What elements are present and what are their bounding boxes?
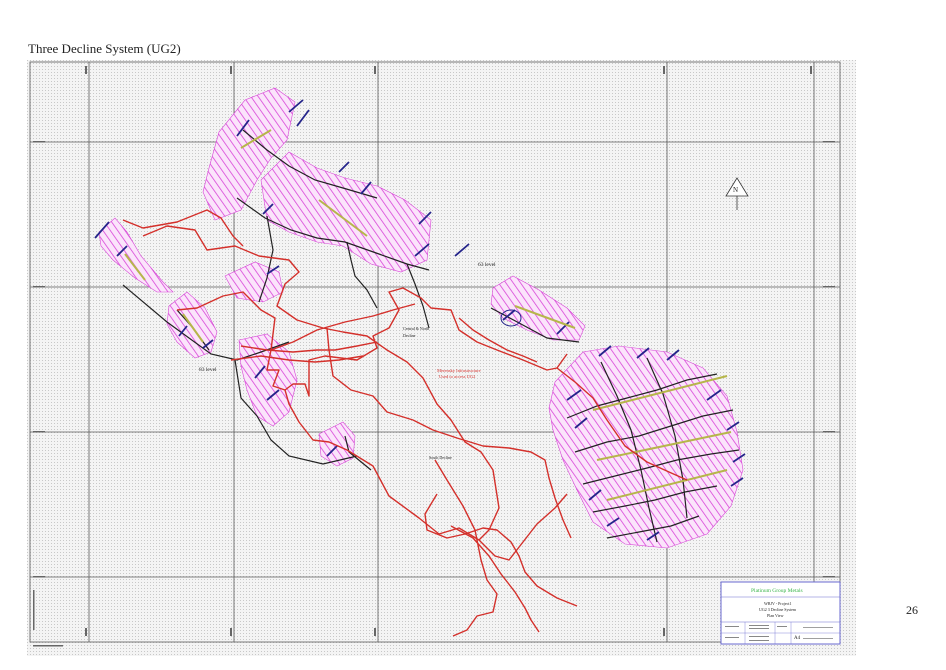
map-background xyxy=(27,60,856,656)
label-central-north-decline-1: Central & North xyxy=(403,326,429,331)
title-block-line3: Plan View xyxy=(767,613,784,618)
slide-title: Three Decline System (UG2) xyxy=(28,41,181,56)
drawing-title-block: Platinum Group Metals WBJV - Project1 UG… xyxy=(720,581,841,645)
label-63-level: 63 level xyxy=(478,262,496,268)
title-block-line2: UG2 3 Decline System xyxy=(759,607,797,612)
label-south-decline: South Decline xyxy=(429,455,452,460)
title-block-line1: WBJV - Project1 xyxy=(764,601,791,606)
page-number: 26 xyxy=(906,603,918,617)
mine-plan-map: 63 level 83 level Central & North Declin… xyxy=(27,60,856,656)
title-block-company: Platinum Group Metals xyxy=(751,588,803,594)
label-infrastructure-1: Merensky Infrastructure xyxy=(437,368,481,373)
label-central-north-decline-2: Decline xyxy=(403,333,416,338)
title-block-sheet-size: A4 xyxy=(794,636,801,641)
north-arrow-label: N xyxy=(733,186,738,194)
label-83-level: 83 level xyxy=(199,367,217,373)
label-infrastructure-2: Used to access UG2 xyxy=(439,374,475,379)
